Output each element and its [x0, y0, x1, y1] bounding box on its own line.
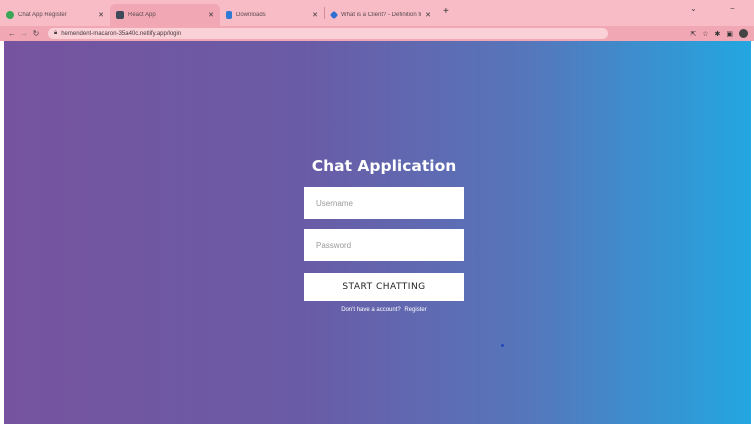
mouse-cursor [501, 344, 504, 347]
tab-search-chevron-icon[interactable]: ⌄ [690, 4, 697, 13]
login-form: Chat Application START CHATTING Don't ha… [304, 157, 464, 313]
tab-title: Chat App Register [18, 12, 67, 18]
page-title: Chat Application [311, 157, 457, 175]
address-toolbar: ← → ↻ 🔒︎ hemendent-macaron-35a40c.netlif… [0, 26, 754, 41]
app-favicon-icon [116, 11, 124, 19]
register-prompt-line: Don't have a account? Register [341, 307, 427, 313]
close-icon[interactable]: ✕ [312, 11, 318, 19]
register-prompt-text: Don't have a account? [341, 307, 401, 313]
password-input[interactable] [304, 229, 464, 261]
close-icon[interactable]: ✕ [208, 11, 214, 19]
tab-title: React App [128, 12, 156, 18]
toolbar-actions: ⇱ ☆ ✱ ▣ [690, 29, 748, 38]
minimize-icon[interactable]: − [730, 4, 735, 13]
extensions-puzzle-icon[interactable]: ✱ [715, 30, 721, 38]
username-input[interactable] [304, 187, 464, 219]
tab-title: Downloads [236, 12, 266, 18]
start-chatting-button[interactable]: START CHATTING [304, 273, 464, 301]
address-bar[interactable]: 🔒︎ hemendent-macaron-35a40c.netlify.app/… [48, 28, 608, 39]
forward-arrow-icon[interactable]: → [18, 29, 30, 38]
url-text: hemendent-macaron-35a40c.netlify.app/log… [61, 30, 182, 37]
lock-icon: 🔒︎ [54, 30, 58, 36]
back-arrow-icon[interactable]: ← [6, 29, 18, 38]
reload-icon[interactable]: ↻ [30, 29, 42, 38]
tab-what-is-a-client[interactable]: What is a Client? - Definition fro... ✕ [325, 4, 437, 26]
profile-avatar-icon[interactable] [739, 29, 748, 38]
chat-favicon-icon [6, 11, 14, 19]
tab-downloads[interactable]: Downloads ✕ [220, 4, 324, 26]
close-icon[interactable]: ✕ [425, 11, 431, 19]
download-icon [226, 11, 232, 19]
tab-chat-app-register[interactable]: Chat App Register ✕ [0, 4, 110, 26]
register-link[interactable]: Register [404, 307, 426, 313]
tab-strip: Chat App Register ✕ React App ✕ Download… [0, 0, 754, 26]
close-icon[interactable]: ✕ [98, 11, 104, 19]
tab-title: What is a Client? - Definition fro... [341, 12, 421, 18]
page-viewport: Chat Application START CHATTING Don't ha… [4, 41, 751, 424]
bookmark-star-icon[interactable]: ☆ [702, 30, 708, 38]
side-panel-icon[interactable]: ▣ [726, 30, 733, 38]
tab-react-app[interactable]: React App ✕ [110, 4, 220, 26]
share-icon[interactable]: ⇱ [690, 30, 696, 38]
new-tab-button[interactable]: + [437, 6, 455, 20]
techtarget-favicon-icon [329, 10, 339, 20]
